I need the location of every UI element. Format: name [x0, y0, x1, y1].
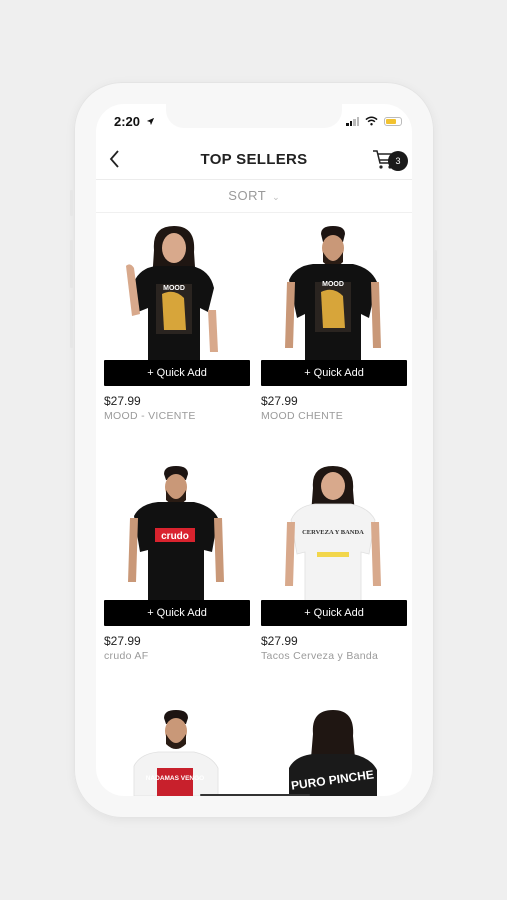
top-bar: TOP SELLERS 3 [96, 139, 412, 180]
status-bar-icons [346, 116, 402, 126]
shirt-print-text: CERVEZA Y BANDA [302, 529, 364, 536]
product-photo[interactable]: MOOD [104, 222, 250, 362]
shirt-print-text: MOOD [322, 281, 344, 288]
status-bar-time: 2:20 [114, 114, 155, 129]
quick-add-button[interactable]: + Quick Add [261, 360, 407, 386]
shirt-print-text: MOOD [163, 285, 185, 292]
home-indicator [200, 794, 310, 796]
page-title: TOP SELLERS [200, 151, 308, 168]
location-arrow-icon [146, 117, 154, 126]
app-screen: 2:20 TOP SELLERS 3 SORT ⌄ MOOD + Quick A… [96, 104, 412, 796]
product-name[interactable]: crudo AF [104, 650, 148, 662]
shirt-print-text: NADAMAS VENGO [146, 775, 205, 782]
product-price: $27.99 [104, 394, 141, 408]
phone-side-button [434, 250, 437, 320]
product-photo[interactable]: NADAMAS VENGO [104, 704, 250, 796]
phone-side-button [70, 300, 73, 348]
model-image: crudo [128, 466, 224, 602]
quick-add-button[interactable]: + Quick Add [261, 600, 407, 626]
phone-side-button [70, 190, 73, 216]
product-price: $27.99 [261, 634, 298, 648]
cart-button[interactable]: 3 [373, 147, 408, 177]
product-name[interactable]: MOOD - VICENTE [104, 410, 196, 422]
model-image: NADAMAS VENGO [133, 710, 219, 796]
product-photo[interactable]: CERVEZA Y BANDA [261, 462, 407, 602]
product-price: $27.99 [104, 634, 141, 648]
chevron-down-icon: ⌄ [272, 192, 280, 202]
cell-signal-icon [346, 116, 359, 126]
sort-control[interactable]: SORT ⌄ [96, 180, 412, 213]
shirt-print-text: crudo [161, 531, 189, 542]
model-image: PURO PINCHE [289, 710, 377, 796]
quick-add-button[interactable]: + Quick Add [104, 360, 250, 386]
product-photo[interactable]: MOOD [261, 222, 407, 362]
phone-side-button [70, 240, 73, 288]
battery-icon [384, 116, 402, 126]
model-image: MOOD [126, 226, 218, 362]
phone-notch [166, 104, 342, 128]
product-name[interactable]: Tacos Cerveza y Banda [261, 650, 378, 662]
product-price: $27.99 [261, 394, 298, 408]
quick-add-button[interactable]: + Quick Add [104, 600, 250, 626]
wifi-icon [365, 116, 378, 126]
product-name[interactable]: MOOD CHENTE [261, 410, 343, 422]
product-photo[interactable]: crudo [104, 462, 250, 602]
clock-text: 2:20 [114, 114, 141, 129]
model-image: CERVEZA Y BANDA [285, 466, 381, 602]
model-image: MOOD [285, 226, 381, 362]
sort-label: SORT [228, 188, 267, 203]
product-photo[interactable]: PURO PINCHE [261, 704, 407, 796]
cart-count-badge: 3 [388, 151, 408, 171]
